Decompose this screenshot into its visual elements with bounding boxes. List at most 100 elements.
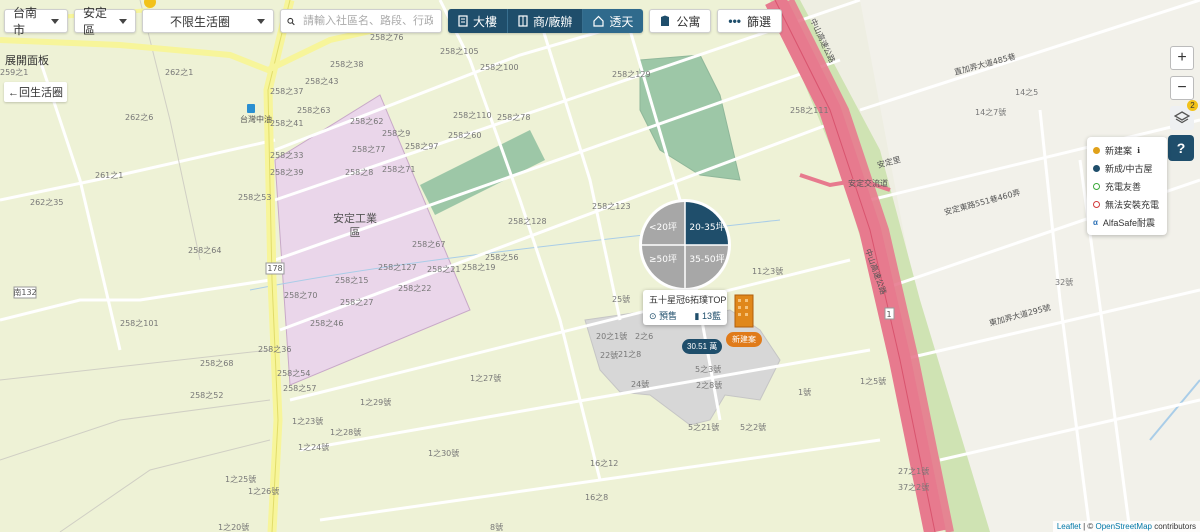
layers-badge: 2 xyxy=(1187,100,1198,111)
apartment-icon xyxy=(661,15,670,26)
resale-dot-icon xyxy=(1093,164,1100,172)
map-canvas[interactable]: <20坪 20-35坪 ≥50坪 35-50坪 178 南132 1 安定工業 … xyxy=(0,0,1200,532)
svg-text:258之41: 258之41 xyxy=(270,118,303,128)
svg-text:258之67: 258之67 xyxy=(412,239,445,249)
popup-count: ▮ 13藍 xyxy=(694,311,721,321)
svg-text:258之56: 258之56 xyxy=(485,252,518,262)
svg-text:258之9: 258之9 xyxy=(382,128,410,138)
expand-panel-button[interactable]: 展開面板 xyxy=(5,52,49,68)
legend-item-no-charging[interactable]: 無法安裝充電 xyxy=(1093,195,1161,213)
svg-text:258之123: 258之123 xyxy=(592,201,631,211)
svg-text:258之27: 258之27 xyxy=(340,297,373,307)
svg-text:258之111: 258之111 xyxy=(790,105,829,115)
type-button-building[interactable]: 大樓 xyxy=(448,9,509,33)
svg-text:16之12: 16之12 xyxy=(590,458,618,468)
area-cluster-pie: <20坪 20-35坪 ≥50坪 35-50坪 xyxy=(639,199,731,291)
svg-text:178: 178 xyxy=(267,264,282,273)
svg-text:258之97: 258之97 xyxy=(405,141,438,151)
svg-text:258之8: 258之8 xyxy=(345,167,373,177)
alfasafe-logo-icon: α xyxy=(1093,217,1098,227)
city-select-label: 台南市 xyxy=(13,6,38,37)
svg-text:262之35: 262之35 xyxy=(30,197,63,207)
help-button[interactable]: ? xyxy=(1168,135,1194,161)
svg-text:27之1號: 27之1號 xyxy=(898,466,929,476)
leaflet-link[interactable]: Leaflet xyxy=(1057,522,1081,531)
svg-text:262之1: 262之1 xyxy=(165,67,193,77)
zone-label: 安定工業 xyxy=(333,211,377,225)
chevron-down-icon xyxy=(51,18,59,24)
svg-text:南132: 南132 xyxy=(13,287,36,297)
back-to-life-circle-button[interactable]: ←回生活圈 xyxy=(4,82,67,102)
svg-text:258之36: 258之36 xyxy=(258,344,291,354)
svg-text:5之21號: 5之21號 xyxy=(688,422,719,432)
osm-link[interactable]: OpenStreetMap xyxy=(1095,522,1151,531)
svg-text:258之70: 258之70 xyxy=(284,290,317,300)
svg-text:區: 區 xyxy=(350,226,361,239)
map-attribution: Leaflet | © OpenStreetMap contributors xyxy=(1052,521,1200,532)
svg-text:25號: 25號 xyxy=(612,294,630,304)
type-button-house[interactable]: 透天 xyxy=(583,9,644,33)
cluster-seg-20-35: 20-35坪 xyxy=(689,222,724,233)
chevron-down-icon xyxy=(257,18,265,24)
no-charging-ring-icon xyxy=(1093,200,1100,208)
svg-text:259之1: 259之1 xyxy=(0,67,28,77)
svg-text:258之21: 258之21 xyxy=(427,264,460,274)
city-select[interactable]: 台南市 xyxy=(4,6,68,37)
svg-text:2之6: 2之6 xyxy=(635,331,653,341)
svg-text:258之68: 258之68 xyxy=(200,358,233,368)
type-button-office[interactable]: 商/廠辦 xyxy=(508,9,584,33)
svg-text:1之25號: 1之25號 xyxy=(225,474,256,484)
svg-text:258之38: 258之38 xyxy=(330,59,363,69)
svg-text:16之8: 16之8 xyxy=(585,492,608,502)
svg-text:22號: 22號 xyxy=(600,350,618,360)
svg-text:258之105: 258之105 xyxy=(440,46,479,56)
svg-text:安定交流道: 安定交流道 xyxy=(848,178,888,188)
svg-text:258之19: 258之19 xyxy=(462,262,495,272)
svg-text:21之8: 21之8 xyxy=(618,349,641,359)
svg-text:258之110: 258之110 xyxy=(453,110,492,120)
svg-text:1之23號: 1之23號 xyxy=(292,416,323,426)
svg-text:258之63: 258之63 xyxy=(297,105,330,115)
zoom-out-button[interactable]: − xyxy=(1170,76,1194,100)
type-button-apartment[interactable]: 公寓 xyxy=(649,9,712,33)
svg-text:1之26號: 1之26號 xyxy=(248,486,279,496)
svg-text:1: 1 xyxy=(886,310,891,319)
cluster-seg-lt20: <20坪 xyxy=(649,222,677,233)
new-project-marker xyxy=(734,294,754,328)
svg-text:258之15: 258之15 xyxy=(335,275,368,285)
svg-text:262之6: 262之6 xyxy=(125,112,153,122)
svg-text:台灣中油: 台灣中油 xyxy=(240,114,272,124)
svg-text:1之5號: 1之5號 xyxy=(860,376,886,386)
info-icon[interactable]: ℹ xyxy=(1137,146,1140,155)
project-popup[interactable]: 五十星冠6拓璞TOP ⊙ 預售 ▮ 13藍 xyxy=(643,290,727,325)
svg-text:258之46: 258之46 xyxy=(310,318,343,328)
zoom-in-button[interactable]: + xyxy=(1170,46,1194,70)
svg-text:20之1號: 20之1號 xyxy=(596,331,627,341)
search-input[interactable] xyxy=(301,14,435,28)
svg-text:5之3號: 5之3號 xyxy=(695,364,721,374)
house-icon xyxy=(593,15,604,27)
legend-item-resale[interactable]: 新成/中古屋 xyxy=(1093,159,1161,177)
district-select-label: 安定區 xyxy=(83,6,108,37)
svg-text:24號: 24號 xyxy=(631,379,649,389)
svg-text:258之53: 258之53 xyxy=(238,192,271,202)
svg-text:1之24號: 1之24號 xyxy=(298,442,329,452)
svg-text:258之128: 258之128 xyxy=(508,216,547,226)
legend-item-new-project[interactable]: 新建案 ℹ xyxy=(1093,141,1161,159)
life-circle-select[interactable]: 不限生活圈 xyxy=(142,9,274,33)
svg-text:1號: 1號 xyxy=(798,387,811,397)
district-select[interactable]: 安定區 xyxy=(74,6,136,37)
layers-button[interactable]: 2 xyxy=(1170,100,1198,130)
cluster-seg-35-50: 35-50坪 xyxy=(689,254,724,265)
legend-item-charging-friendly[interactable]: 充電友善 xyxy=(1093,177,1161,195)
price-tag[interactable]: 30.51 萬 xyxy=(682,339,723,354)
svg-text:258之62: 258之62 xyxy=(350,116,383,126)
svg-text:1之29號: 1之29號 xyxy=(360,397,391,407)
new-project-tag[interactable]: 新建案 xyxy=(726,332,762,347)
filter-button[interactable]: ••• 篩選 xyxy=(717,9,783,33)
legend-item-alfasafe[interactable]: α AlfaSafe耐震 xyxy=(1093,213,1161,231)
svg-text:258之100: 258之100 xyxy=(480,62,519,72)
search-icon xyxy=(287,17,295,25)
svg-text:258之64: 258之64 xyxy=(188,245,221,255)
svg-text:2之8號: 2之8號 xyxy=(696,380,722,390)
